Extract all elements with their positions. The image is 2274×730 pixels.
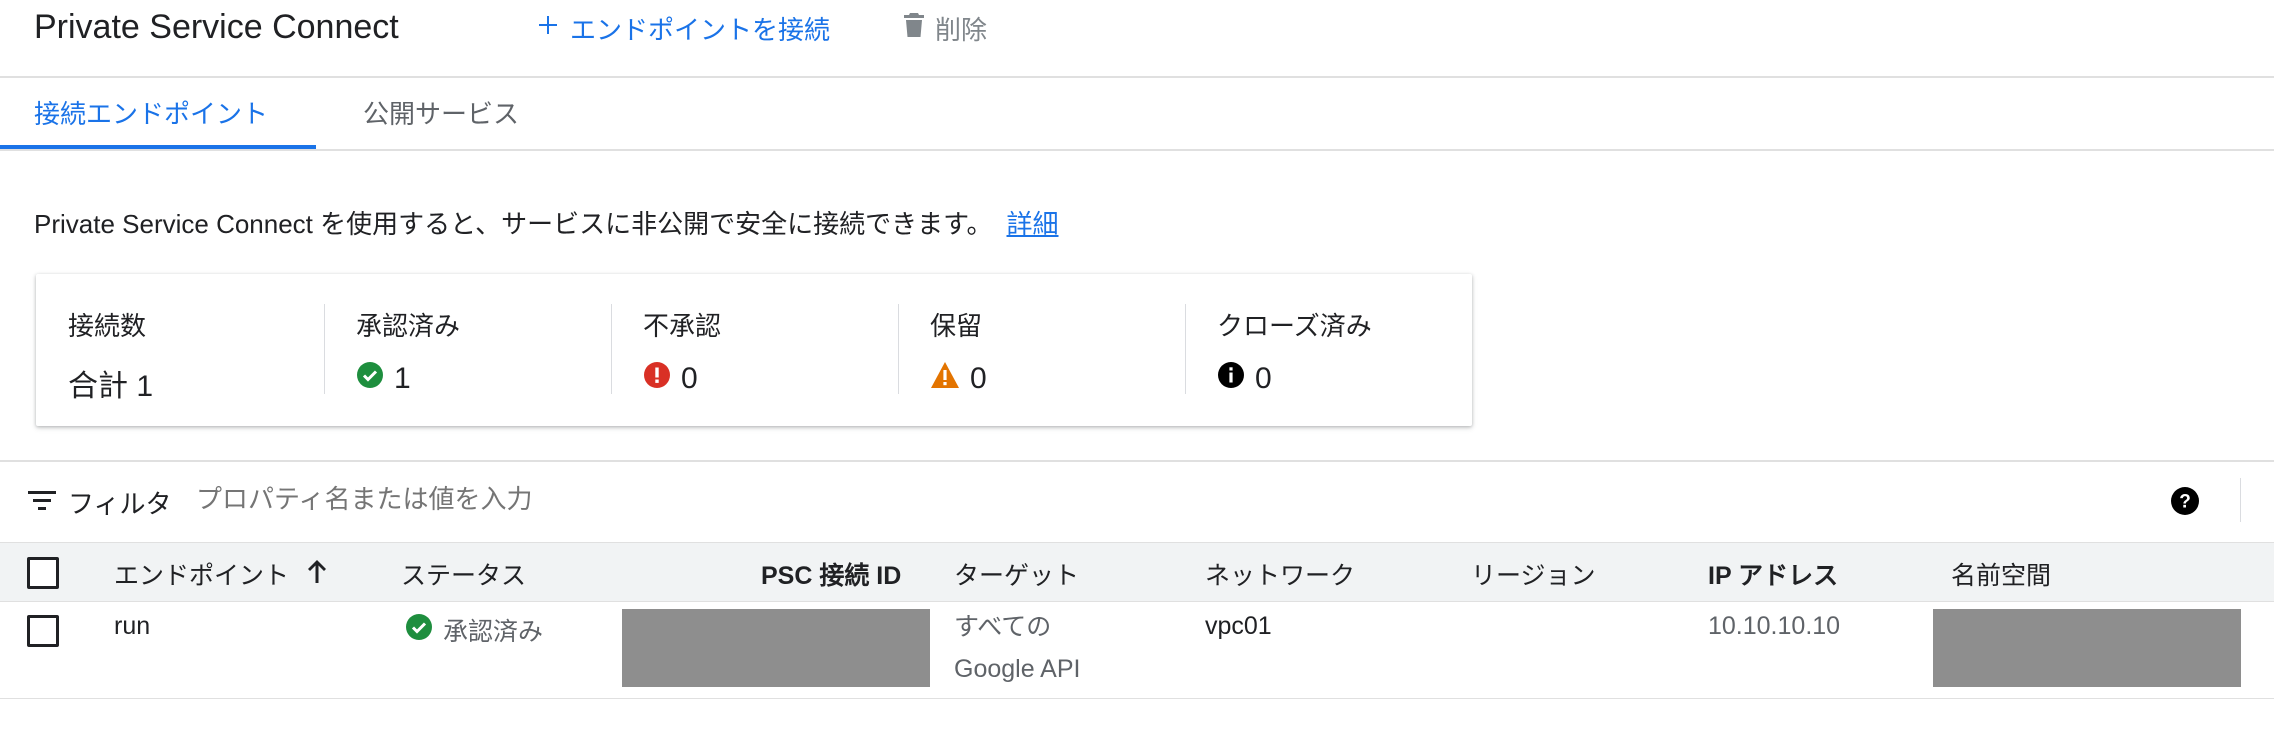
column-header-status[interactable]: ステータス xyxy=(401,556,526,592)
svg-text:?: ? xyxy=(2179,492,2191,513)
stat-divider xyxy=(1185,304,1186,394)
stat-accepted-value: 1 xyxy=(394,362,411,395)
column-header-ip[interactable]: IP アドレス xyxy=(1708,556,1838,592)
page-title: Private Service Connect xyxy=(34,8,399,46)
target-line-2: Google API xyxy=(954,655,1081,683)
filter-input[interactable] xyxy=(196,484,1096,515)
tab-connected-endpoints[interactable]: 接続エンドポイント xyxy=(34,94,268,131)
ip-cell: 10.10.10.10 xyxy=(1708,612,1841,640)
info-icon xyxy=(1217,361,1245,397)
tabs-divider xyxy=(0,149,2274,151)
filter-icon[interactable] xyxy=(28,490,56,517)
check-circle-icon xyxy=(405,613,433,648)
delete-label: 削除 xyxy=(935,15,988,45)
info-description: Private Service Connect を使用すると、サービスに非公開で… xyxy=(34,209,993,239)
stat-closed-label: クローズ済み xyxy=(1217,311,1372,341)
stat-connections-value: 合計 1 xyxy=(68,370,154,403)
connect-endpoint-button[interactable]: エンドポイントを接続 xyxy=(536,10,830,47)
redacted-namespace xyxy=(1933,609,2241,687)
stat-pending: 保留 0 xyxy=(930,306,987,397)
select-all-checkbox[interactable] xyxy=(27,557,59,589)
stat-closed-value: 0 xyxy=(1255,362,1272,395)
stat-rejected-value: 0 xyxy=(681,362,698,395)
row-checkbox[interactable] xyxy=(27,615,59,647)
table-header xyxy=(0,542,2274,602)
error-icon xyxy=(643,361,671,397)
column-header-region[interactable]: リージョン xyxy=(1471,556,1596,592)
filter-top-divider xyxy=(0,460,2274,462)
stat-divider xyxy=(611,304,612,394)
target-cell: すべての Google API xyxy=(954,606,1080,690)
info-text: Private Service Connect を使用すると、サービスに非公開で… xyxy=(34,204,1059,241)
help-icon[interactable]: ? xyxy=(2170,486,2200,521)
learn-more-link[interactable]: 詳細 xyxy=(1007,209,1059,239)
stat-accepted-label: 承認済み xyxy=(356,311,461,341)
warning-icon xyxy=(930,361,960,397)
status-cell: 承認済み xyxy=(405,612,543,648)
sort-ascending-icon[interactable] xyxy=(305,558,329,591)
trash-icon xyxy=(903,12,925,45)
connect-endpoint-label: エンドポイントを接続 xyxy=(570,15,831,45)
row-divider xyxy=(0,698,2274,699)
network-cell[interactable]: vpc01 xyxy=(1205,612,1272,641)
column-header-endpoint-label: エンドポイント xyxy=(114,562,290,590)
redacted-psc-id xyxy=(622,609,930,687)
stat-closed: クローズ済み 0 xyxy=(1217,306,1372,397)
stat-divider xyxy=(324,304,325,394)
endpoint-cell[interactable]: run xyxy=(114,612,150,641)
filter-divider xyxy=(2240,478,2241,522)
column-header-endpoint[interactable]: エンドポイント xyxy=(114,556,329,592)
stat-connections: 接続数 合計 1 xyxy=(68,306,153,405)
stat-pending-value: 0 xyxy=(970,362,987,395)
column-header-psc-id[interactable]: PSC 接続 ID xyxy=(761,556,901,592)
stat-rejected: 不承認 0 xyxy=(643,306,721,397)
header-divider xyxy=(0,76,2274,78)
add-icon xyxy=(536,13,560,44)
stat-accepted: 承認済み 1 xyxy=(356,306,460,397)
stat-connections-label: 接続数 xyxy=(68,311,147,341)
column-header-network[interactable]: ネットワーク xyxy=(1205,556,1355,592)
target-line-1: すべての xyxy=(954,613,1052,641)
stat-pending-label: 保留 xyxy=(930,311,983,341)
column-header-target[interactable]: ターゲット xyxy=(954,556,1079,592)
stat-rejected-label: 不承認 xyxy=(643,311,722,341)
tab-published-services[interactable]: 公開サービス xyxy=(363,94,519,131)
delete-button[interactable]: 削除 xyxy=(903,10,987,47)
status-text: 承認済み xyxy=(443,618,544,646)
column-header-namespace[interactable]: 名前空間 xyxy=(1951,556,2051,592)
filter-label: フィルタ xyxy=(68,489,172,519)
stat-divider xyxy=(898,304,899,394)
connection-summary-card: 接続数 合計 1 承認済み 1 不承認 0 保留 0 クローズ済み 0 xyxy=(36,274,1472,426)
check-circle-icon xyxy=(356,361,384,397)
